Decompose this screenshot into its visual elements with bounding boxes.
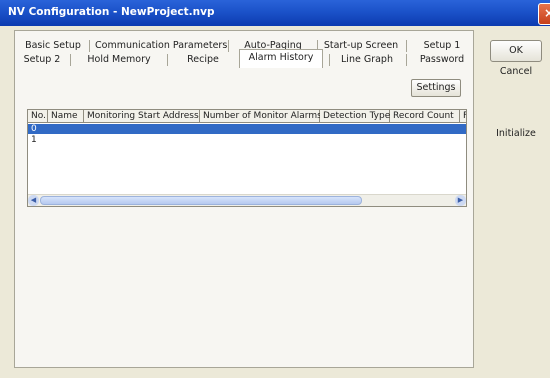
column-header-record-count[interactable]: Record Count	[390, 110, 460, 123]
column-header-detection-type[interactable]: Detection Type	[320, 110, 390, 123]
tab-recipe[interactable]: Recipe	[175, 52, 231, 68]
tab-hold-memory[interactable]: Hold Memory	[79, 52, 159, 68]
tab-divider	[70, 54, 71, 66]
tab-password[interactable]: Password	[415, 52, 469, 68]
tab-panel: Basic Setup Communication Parameters Aut…	[14, 30, 474, 368]
column-header-number-of-monitor-alarms[interactable]: Number of Monitor Alarms	[200, 110, 322, 123]
column-header-no[interactable]: No.	[28, 110, 48, 123]
tab-divider	[406, 40, 407, 52]
scroll-left-arrow-icon[interactable]: ◀	[28, 195, 39, 206]
window-title: NV Configuration - NewProject.nvp	[8, 6, 215, 18]
close-button[interactable]: ×	[538, 3, 550, 25]
nv-configuration-window: NV Configuration - NewProject.nvp × Basi…	[0, 0, 550, 378]
settings-button[interactable]: Settings	[411, 79, 461, 97]
table-row[interactable]: 0	[28, 124, 466, 134]
tab-divider	[406, 54, 407, 66]
scroll-right-arrow-icon[interactable]: ▶	[455, 195, 466, 206]
initialize-button[interactable]: Initialize	[490, 128, 542, 139]
alarm-history-grid[interactable]: No. Name Monitoring Start Address Number…	[27, 109, 467, 207]
tab-row-2: Setup 2 Hold Memory Recipe Alarm History…	[15, 49, 475, 70]
tab-divider	[167, 54, 168, 66]
ok-button[interactable]: OK	[490, 40, 542, 62]
tab-divider	[228, 40, 229, 52]
tab-divider	[329, 54, 330, 66]
tab-divider	[89, 40, 90, 52]
table-row[interactable]: 1	[28, 135, 466, 145]
title-bar[interactable]: NV Configuration - NewProject.nvp ×	[0, 0, 550, 26]
scrollbar-thumb[interactable]	[40, 196, 362, 205]
grid-header: No. Name Monitoring Start Address Number…	[28, 110, 466, 123]
close-icon: ×	[543, 6, 550, 20]
tab-setup-2[interactable]: Setup 2	[19, 52, 65, 68]
tab-line-graph[interactable]: Line Graph	[335, 52, 399, 68]
tab-alarm-history[interactable]: Alarm History	[239, 49, 323, 68]
column-header-f[interactable]: F	[460, 110, 466, 123]
column-header-monitoring-start-address[interactable]: Monitoring Start Address	[84, 110, 200, 123]
cancel-button[interactable]: Cancel	[490, 66, 542, 77]
horizontal-scrollbar[interactable]: ◀ ▶	[28, 194, 466, 206]
column-header-name[interactable]: Name	[48, 110, 84, 123]
